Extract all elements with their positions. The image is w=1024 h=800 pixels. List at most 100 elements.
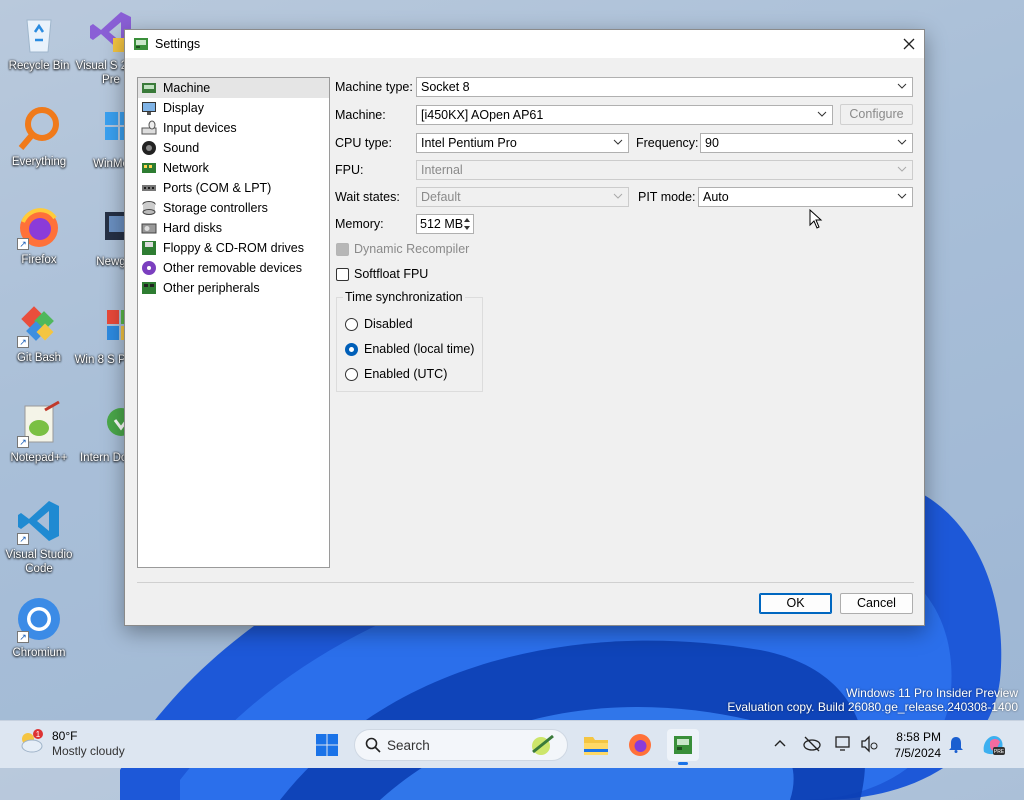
fpu-label: FPU: bbox=[335, 163, 364, 177]
time-sync-title: Time synchronization bbox=[343, 290, 465, 304]
active-app-indicator bbox=[678, 762, 688, 765]
cpu-type-value: Intel Pentium Pro bbox=[421, 136, 517, 150]
chevron-down-icon bbox=[897, 166, 907, 172]
memory-spinbox[interactable]: 512 MB bbox=[416, 214, 474, 234]
taskbar-file-explorer[interactable] bbox=[580, 729, 612, 761]
desktop-icon-label: Firefox bbox=[21, 254, 57, 266]
taskbar: 1 80°F Mostly cloudy Search 8:58 PM 7/5/… bbox=[0, 720, 1024, 768]
peripherals-icon bbox=[142, 282, 156, 294]
cancel-button[interactable]: Cancel bbox=[840, 593, 913, 614]
time-sync-disabled-radio[interactable]: Disabled bbox=[345, 317, 413, 331]
cloud-offline-icon[interactable] bbox=[803, 736, 821, 752]
desktop-icon-notepad-plus-plus[interactable]: ↗ Notepad++ bbox=[0, 400, 78, 465]
machine-select[interactable]: [i450KX] AOpen AP61 bbox=[416, 105, 833, 125]
spin-arrows-icon[interactable] bbox=[463, 216, 471, 232]
storage-icon bbox=[142, 201, 156, 215]
nav-item-hard-disks[interactable]: Hard disks bbox=[138, 218, 329, 238]
mouse-cursor-icon bbox=[809, 209, 823, 229]
floppy-icon bbox=[142, 241, 156, 255]
fpu-select[interactable]: Internal bbox=[416, 160, 913, 180]
ok-button[interactable]: OK bbox=[759, 593, 832, 614]
taskbar-firefox[interactable] bbox=[624, 729, 656, 761]
git-bash-icon: ↗ bbox=[15, 300, 63, 348]
notification-bell-icon[interactable] bbox=[948, 735, 964, 753]
taskbar-search-box[interactable]: Search bbox=[354, 729, 568, 761]
nav-item-input-devices[interactable]: Input devices bbox=[138, 118, 329, 138]
machine-type-value: Socket 8 bbox=[421, 80, 470, 94]
cpu-type-select[interactable]: Intel Pentium Pro bbox=[416, 133, 629, 153]
nav-item-floppy-cdrom[interactable]: Floppy & CD-ROM drives bbox=[138, 238, 329, 258]
close-icon bbox=[903, 38, 915, 50]
frequency-value: 90 bbox=[705, 136, 719, 150]
watermark-line-1: Windows 11 Pro Insider Preview bbox=[846, 686, 1018, 700]
chevron-down-icon bbox=[897, 193, 907, 199]
nav-item-sound[interactable]: Sound bbox=[138, 138, 329, 158]
network-icon bbox=[142, 163, 156, 173]
wait-states-label: Wait states: bbox=[335, 190, 400, 204]
desktop-icon-everything[interactable]: Everything bbox=[0, 104, 78, 169]
taskbar-86box[interactable] bbox=[667, 729, 699, 765]
chevron-down-icon bbox=[897, 83, 907, 89]
network-status-icon[interactable] bbox=[835, 735, 853, 753]
radio-circle bbox=[345, 317, 358, 331]
chromium-icon: ↗ bbox=[15, 595, 63, 643]
vscode-icon: ↗ bbox=[15, 497, 63, 545]
evaluation-watermark: Windows 11 Pro Insider Preview Evaluatio… bbox=[727, 686, 1018, 714]
weather-widget[interactable]: 1 80°F Mostly cloudy bbox=[18, 729, 125, 759]
desktop-icon-recycle-bin[interactable]: Recycle Bin bbox=[0, 8, 78, 73]
configure-button[interactable]: Configure bbox=[840, 104, 913, 125]
nav-item-other-removable[interactable]: Other removable devices bbox=[138, 258, 329, 278]
softfloat-fpu-checkbox[interactable]: Softfloat FPU bbox=[336, 267, 428, 281]
radio-circle bbox=[345, 367, 358, 381]
shortcut-arrow-icon: ↗ bbox=[17, 436, 29, 448]
desktop-icon-vscode[interactable]: ↗ Visual Studio Code bbox=[0, 497, 78, 576]
hard-disk-icon bbox=[141, 223, 157, 234]
time-sync-local-radio[interactable]: Enabled (local time) bbox=[345, 342, 474, 356]
softfloat-label: Softfloat FPU bbox=[354, 267, 429, 281]
firefox-icon: ↗ bbox=[15, 202, 63, 250]
taskbar-clock[interactable]: 8:58 PM 7/5/2024 bbox=[885, 729, 941, 761]
start-button[interactable] bbox=[311, 729, 343, 761]
chevron-up-icon[interactable] bbox=[774, 738, 786, 750]
machine-type-select[interactable]: Socket 8 bbox=[416, 77, 913, 97]
nav-item-label: Other peripherals bbox=[163, 281, 260, 295]
radio-label: Disabled bbox=[364, 317, 413, 331]
machine-icon bbox=[142, 83, 156, 93]
search-icon bbox=[365, 737, 381, 753]
dialog-titlebar[interactable]: Settings bbox=[125, 30, 924, 58]
weather-description: Mostly cloudy bbox=[52, 744, 125, 758]
dialog-separator bbox=[137, 582, 914, 583]
settings-category-list[interactable]: Machine Display Input devices Sound Netw… bbox=[137, 77, 330, 568]
frequency-select[interactable]: 90 bbox=[700, 133, 913, 153]
close-button[interactable] bbox=[894, 30, 924, 58]
nav-item-ports[interactable]: Ports (COM & LPT) bbox=[138, 178, 329, 198]
nav-item-label: Floppy & CD-ROM drives bbox=[163, 241, 304, 255]
nav-item-other-peripherals[interactable]: Other peripherals bbox=[138, 278, 329, 298]
nav-item-label: Hard disks bbox=[163, 221, 223, 235]
dynamic-recompiler-checkbox[interactable]: Dynamic Recompiler bbox=[336, 242, 469, 256]
desktop-icon-firefox[interactable]: ↗ Firefox bbox=[0, 202, 78, 267]
machine-type-label: Machine type: bbox=[335, 80, 413, 94]
wait-states-select[interactable]: Default bbox=[416, 187, 629, 207]
desktop-icon-chromium[interactable]: ↗ Chromium bbox=[0, 595, 78, 660]
removable-icon bbox=[142, 261, 156, 275]
dynamic-recompiler-label: Dynamic Recompiler bbox=[354, 242, 470, 256]
svg-text:PRE: PRE bbox=[994, 749, 1005, 755]
nav-item-machine[interactable]: Machine bbox=[138, 78, 329, 98]
86box-app-icon bbox=[674, 736, 692, 754]
memory-value: 512 MB bbox=[420, 217, 464, 231]
time-sync-utc-radio[interactable]: Enabled (UTC) bbox=[345, 367, 447, 381]
shortcut-arrow-icon: ↗ bbox=[17, 238, 29, 250]
nav-item-network[interactable]: Network bbox=[138, 158, 329, 178]
ports-icon bbox=[142, 185, 156, 191]
notepad-plus-plus-icon: ↗ bbox=[15, 400, 63, 448]
search-highlight-icon bbox=[532, 734, 554, 755]
volume-muted-icon[interactable] bbox=[860, 735, 878, 753]
shortcut-arrow-icon: ↗ bbox=[17, 631, 29, 643]
pit-mode-select[interactable]: Auto bbox=[698, 187, 913, 207]
nav-item-display[interactable]: Display bbox=[138, 98, 329, 118]
copilot-icon[interactable]: PRE bbox=[980, 732, 1006, 758]
weather-temp: 80°F bbox=[52, 729, 78, 743]
nav-item-storage-controllers[interactable]: Storage controllers bbox=[138, 198, 329, 218]
desktop-icon-git-bash[interactable]: ↗ Git Bash bbox=[0, 300, 78, 365]
